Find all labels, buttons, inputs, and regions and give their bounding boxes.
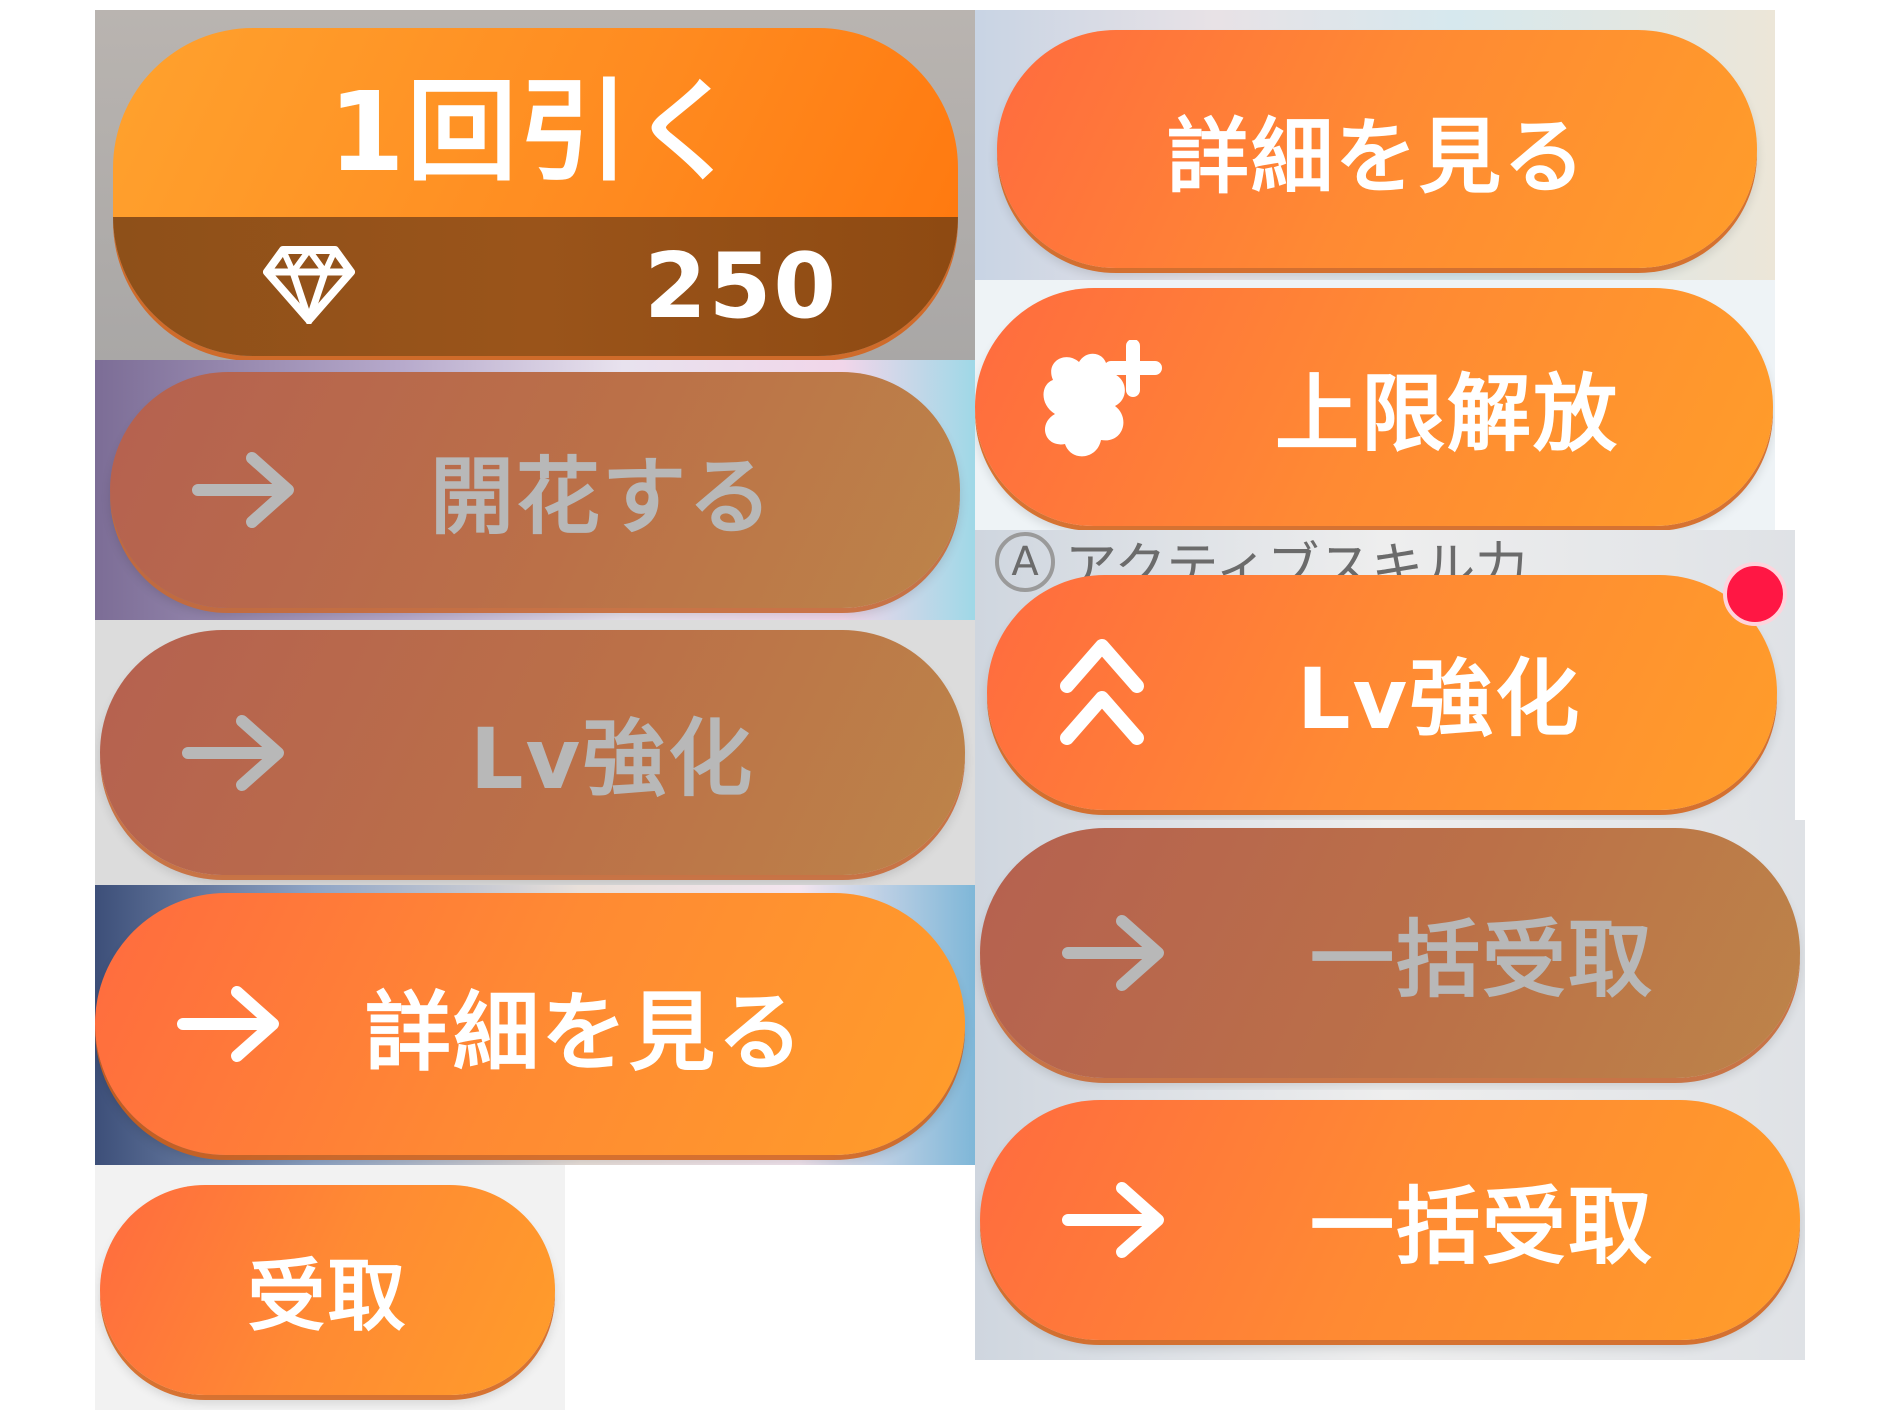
draw-once-top: 1回引く: [113, 28, 958, 217]
lv-up-disabled-label: Lv強化: [470, 710, 755, 808]
limit-break-label: 上限解放: [1275, 364, 1620, 463]
details-arrow-label: 詳細を見る: [365, 982, 805, 1083]
receive-button[interactable]: 受取: [100, 1185, 555, 1395]
double-chevron-up-icon: [1057, 626, 1147, 760]
lv-up-disabled-button[interactable]: Lv強化: [100, 630, 965, 875]
details-top-label: 詳細を見る: [1166, 109, 1587, 205]
limit-break-tile: 上限解放: [975, 280, 1775, 530]
lv-up-active-tile: A アクティブスキル力 Lv強化: [975, 530, 1795, 820]
details-top-tile: 詳細を見る: [975, 10, 1775, 280]
arrow-right-icon: [175, 984, 285, 1064]
bloom-label: 開花する: [430, 447, 775, 546]
bulk-receive-disabled-tile: 一括受取: [975, 820, 1805, 1090]
receive-label: 受取: [247, 1252, 408, 1342]
arrow-right-icon: [1060, 913, 1170, 993]
arrow-right-icon: [1060, 1180, 1170, 1260]
lv-up-disabled-tile: Lv強化: [95, 620, 975, 885]
bulk-receive-disabled-label: 一括受取: [1310, 910, 1655, 1009]
bulk-receive-disabled-button[interactable]: 一括受取: [980, 828, 1800, 1078]
puzzle-plus-icon: [1035, 339, 1165, 474]
receive-tile: 受取: [95, 1165, 565, 1410]
gacha-tile: 1回引く 250: [95, 10, 975, 360]
cost-value: 250: [644, 233, 838, 339]
details-arrow-tile: 詳細を見る: [95, 885, 975, 1165]
notification-dot: [1723, 562, 1787, 626]
lv-up-active-button[interactable]: Lv強化: [987, 575, 1777, 810]
draw-once-label: 1回引く: [328, 68, 743, 197]
bloom-button[interactable]: 開花する: [110, 372, 960, 608]
bulk-receive-active-tile: 一括受取: [975, 1090, 1805, 1360]
details-arrow-button[interactable]: 詳細を見る: [95, 893, 965, 1155]
limit-break-button[interactable]: 上限解放: [975, 288, 1773, 526]
draw-once-button[interactable]: 1回引く 250: [113, 28, 958, 356]
details-top-button[interactable]: 詳細を見る: [997, 30, 1757, 268]
arrow-right-icon: [180, 713, 290, 793]
bloom-tile: 開花する: [95, 360, 975, 620]
diamond-icon: [263, 244, 355, 332]
arrow-right-icon: [190, 450, 300, 530]
skill-row-a-icon: A: [995, 532, 1055, 592]
bulk-receive-active-label: 一括受取: [1310, 1177, 1655, 1276]
cost-bar: 250: [113, 216, 958, 356]
lv-up-active-label: Lv強化: [1297, 650, 1582, 748]
bulk-receive-active-button[interactable]: 一括受取: [980, 1100, 1800, 1340]
